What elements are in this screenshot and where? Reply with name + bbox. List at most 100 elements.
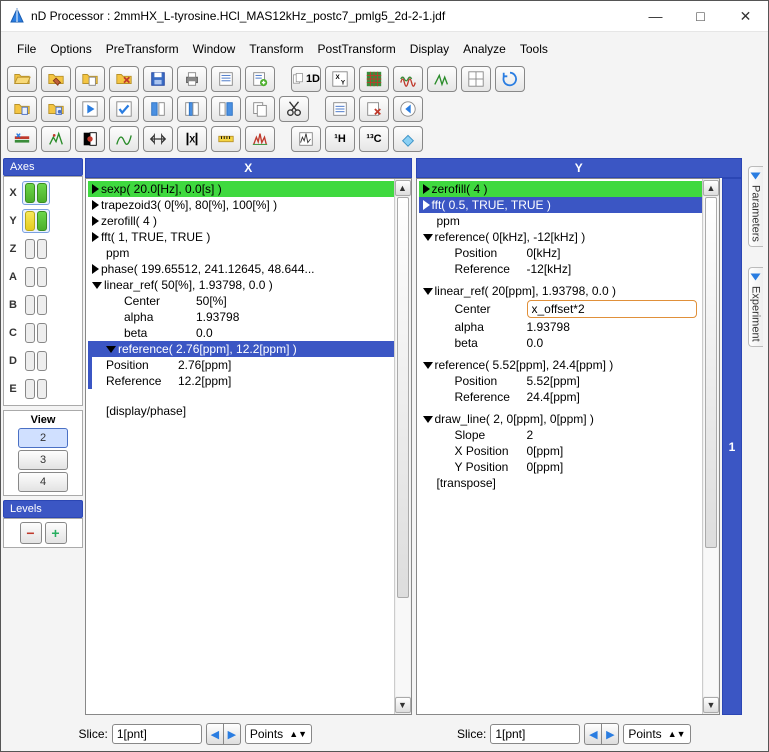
slice-prev-x[interactable]: ◀ [206,723,223,745]
cut-button[interactable] [279,96,309,122]
y-scrollbar[interactable]: ▲ ▼ [702,179,719,714]
copy-button[interactable] [245,96,275,122]
axis-tracks[interactable] [22,237,50,261]
oned-button[interactable]: 1D [291,66,321,92]
xy-button[interactable]: XY [325,66,355,92]
menu-display[interactable]: Display [404,40,455,58]
stretch-button[interactable] [143,126,173,152]
list-entry[interactable]: Position0[kHz] [419,245,703,261]
view-button-2[interactable]: 2 [18,428,68,448]
hatch-button[interactable] [359,66,389,92]
peaks-button[interactable] [245,126,275,152]
axis-row-d[interactable]: D [7,348,79,374]
axis-tracks[interactable] [22,181,50,205]
list-entry[interactable]: Center [419,299,703,319]
list-entry[interactable]: alpha1.93798 [419,319,703,335]
menu-file[interactable]: File [11,40,42,58]
add-list-button[interactable] [245,66,275,92]
menu-posttransform[interactable]: PostTransform [312,40,402,58]
axis-tracks[interactable] [22,209,50,233]
contrast-button[interactable] [75,126,105,152]
list-entry[interactable]: linear_ref( 20[ppm], 1.93798, 0.0 ) [419,283,703,299]
scroll-down-icon[interactable]: ▼ [395,697,411,713]
curve-button[interactable] [109,126,139,152]
maximize-button[interactable]: □ [678,1,723,31]
axis-tracks[interactable] [22,321,50,345]
list-button[interactable] [211,66,241,92]
oneh-button[interactable]: ¹H [325,126,355,152]
peak-button[interactable] [427,66,457,92]
tab-experiment[interactable]: Experiment [748,267,763,347]
waves-button[interactable] [393,66,423,92]
menu-pretransform[interactable]: PreTransform [100,40,185,58]
minimize-button[interactable]: — [633,1,678,31]
grid-button[interactable] [461,66,491,92]
align-left-button[interactable] [143,96,173,122]
list-entry[interactable]: ppm [88,245,394,261]
level-plus-button[interactable]: + [45,522,67,544]
axis-tracks[interactable] [22,293,50,317]
open-delete-button[interactable] [109,66,139,92]
view-button-4[interactable]: 4 [18,472,68,492]
list-entry[interactable]: ppm [419,213,703,229]
check-button[interactable] [109,96,139,122]
axis-row-c[interactable]: C [7,320,79,346]
slice-prev-y[interactable]: ◀ [584,723,601,745]
axis-tracks[interactable] [22,377,50,401]
eraser-button[interactable] [393,126,423,152]
list-entry[interactable]: [display/phase] [88,403,394,419]
folder-doc-button[interactable] [7,96,37,122]
slice-next-x[interactable]: ▶ [223,723,241,745]
x-scrollbar[interactable]: ▲ ▼ [394,179,411,714]
list-entry[interactable]: trapezoid3( 0[%], 80[%], 100[%] ) [88,197,394,213]
list-entry[interactable]: reference( 0[kHz], -12[kHz] ) [419,229,703,245]
menu-window[interactable]: Window [187,40,242,58]
list-entry[interactable]: fft( 1, TRUE, TRUE ) [88,229,394,245]
slice-units-y[interactable]: Points▲▼ [623,724,690,744]
list-entry[interactable]: linear_ref( 50[%], 1.93798, 0.0 ) [88,277,394,293]
list-entry[interactable]: reference( 5.52[ppm], 24.4[ppm] ) [419,357,703,373]
level-minus-button[interactable]: − [20,522,42,544]
axis-tracks[interactable] [22,265,50,289]
list-entry[interactable]: zerofill( 4 ) [88,213,394,229]
remove-list-button[interactable] [359,96,389,122]
list-entry[interactable]: sexp( 20.0[Hz], 0.0[s] ) [88,181,394,197]
list-entry[interactable]: Center50[%] [88,293,394,309]
scroll-up-icon[interactable]: ▲ [703,180,719,196]
list-entry[interactable]: Slope2 [419,427,703,443]
list-entry[interactable]: draw_line( 2, 0[ppm], 0[ppm] ) [419,411,703,427]
menu-analyze[interactable]: Analyze [457,40,512,58]
open-pointer-button[interactable] [41,66,71,92]
align-right-button[interactable] [211,96,241,122]
axis-row-e[interactable]: E [7,376,79,402]
menu-tools[interactable]: Tools [514,40,554,58]
slice-input-x[interactable] [112,724,202,744]
refresh-button[interactable] [495,66,525,92]
list-entry[interactable]: phase( 199.65512, 241.12645, 48.644... [88,261,394,277]
ruler-button[interactable] [211,126,241,152]
scroll-up-icon[interactable]: ▲ [395,180,411,196]
align-center-button[interactable] [177,96,207,122]
step-back-button[interactable] [393,96,423,122]
list-entry[interactable]: Reference12.2[ppm] [88,373,394,389]
list-entry[interactable]: Position5.52[ppm] [419,373,703,389]
list-entry[interactable]: [transpose] [419,475,703,491]
list-entry[interactable]: fft( 0.5, TRUE, TRUE ) [419,197,703,213]
view-button-3[interactable]: 3 [18,450,68,470]
list-entry[interactable]: X Position0[ppm] [419,443,703,459]
kv-input[interactable] [527,300,697,318]
play-button[interactable] [75,96,105,122]
close-button[interactable]: ✕ [723,1,768,31]
menu-options[interactable]: Options [44,40,97,58]
scroll-down-icon[interactable]: ▼ [703,697,719,713]
axis-row-a[interactable]: A [7,264,79,290]
axis-row-z[interactable]: Z [7,236,79,262]
axis-row-x[interactable]: X [7,180,79,206]
list-entry[interactable]: reference( 2.76[ppm], 12.2[ppm] ) [88,341,394,357]
side-index[interactable]: 1 [722,178,742,715]
list-entry[interactable]: beta0.0 [88,325,394,341]
open-doc-button[interactable] [75,66,105,92]
folder-doc2-button[interactable] [41,96,71,122]
list-entry[interactable]: Y Position0[ppm] [419,459,703,475]
list-entry[interactable]: beta0.0 [419,335,703,351]
